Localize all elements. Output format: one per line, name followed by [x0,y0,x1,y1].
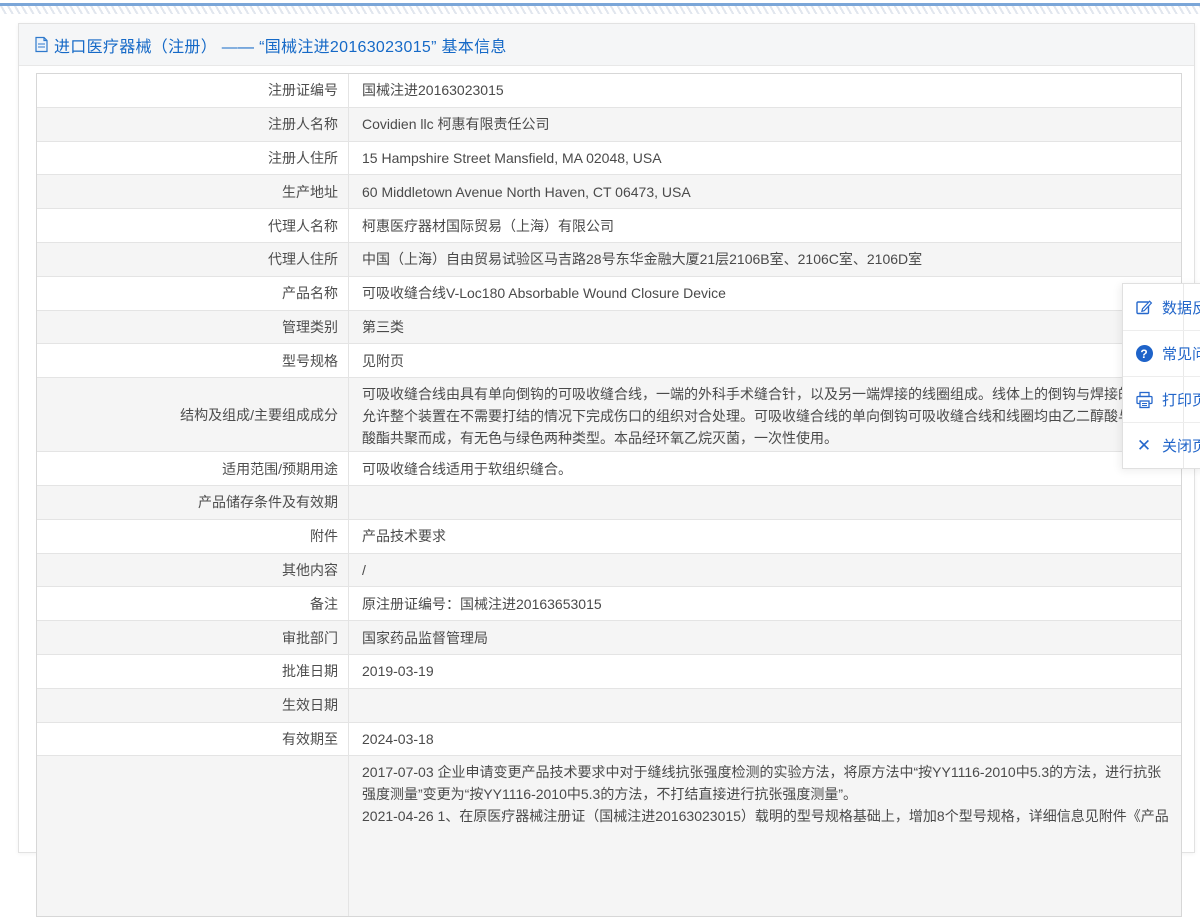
row-value: 60 Middletown Avenue North Haven, CT 064… [349,175,1181,208]
row-label: 代理人住所 [37,243,349,276]
registration-info-table: 注册证编号国械注进20163023015注册人名称Covidien llc 柯惠… [36,73,1182,917]
row-value: 2024-03-18 [349,723,1181,756]
table-row: 备注原注册证编号：国械注进20163653015 [37,587,1181,621]
table-row: 管理类别第三类 [37,311,1181,345]
question-glyph: ? [1136,345,1153,362]
record-title-bar: 进口医疗器械（注册） —— “国械注进20163023015” 基本信息 [19,24,1194,66]
row-label: 生产地址 [37,175,349,208]
row-value-line: 2021-04-26 1、在原医疗器械注册证（国械注进20163023015）载… [362,805,1175,827]
table-row: 2017-07-03 企业申请变更产品技术要求中对于缝线抗张强度检测的实验方法，… [37,756,1181,916]
table-row: 附件产品技术要求 [37,520,1181,554]
row-label: 备注 [37,587,349,620]
row-label: 管理类别 [37,311,349,344]
row-value-line: 酸酯共聚而成，有无色与绿色两种类型。本品经环氧乙烷灭菌，一次性使用。 [362,427,1175,449]
decorative-top-band [0,0,1200,14]
table-row: 生产地址60 Middletown Avenue North Haven, CT… [37,175,1181,209]
table-row: 代理人住所中国（上海）自由贸易试验区马吉路28号东华金融大厦21层2106B室、… [37,243,1181,277]
row-value: 2017-07-03 企业申请变更产品技术要求中对于缝线抗张强度检测的实验方法，… [349,756,1181,916]
table-row: 适用范围/预期用途可吸收缝合线适用于软组织缝合。 [37,452,1181,486]
tool-item-label: 常见问题 [1162,343,1200,364]
table-row: 产品储存条件及有效期 [37,486,1181,520]
table-row: 产品名称可吸收缝合线V-Loc180 Absorbable Wound Clos… [37,277,1181,311]
row-label: 生效日期 [37,689,349,722]
row-label: 注册人住所 [37,142,349,175]
row-value: 2019-03-19 [349,655,1181,688]
row-value: 柯惠医疗器材国际贸易（上海）有限公司 [349,209,1181,242]
table-row: 批准日期2019-03-19 [37,655,1181,689]
table-row: 审批部门国家药品监督管理局 [37,621,1181,655]
row-value: 原注册证编号：国械注进20163653015 [349,587,1181,620]
record-panel: 进口医疗器械（注册） —— “国械注进20163023015” 基本信息 注册证… [18,23,1195,853]
table-row: 结构及组成/主要组成成分可吸收缝合线由具有单向倒钩的可吸收缝合线，一端的外科手术… [37,378,1181,452]
row-value [349,486,1181,519]
table-row: 注册人名称Covidien llc 柯惠有限责任公司 [37,108,1181,142]
row-label: 审批部门 [37,621,349,654]
row-value: 国家药品监督管理局 [349,621,1181,654]
row-value: 15 Hampshire Street Mansfield, MA 02048,… [349,142,1181,175]
row-label: 注册人名称 [37,108,349,141]
table-row: 有效期至2024-03-18 [37,723,1181,757]
row-value-line: 允许整个装置在不需要打结的情况下完成伤口的组织对合处理。可吸收缝合线的单向倒钩可… [362,405,1175,427]
row-label: 型号规格 [37,344,349,377]
tool-item-close[interactable]: ✕ 关闭页面 [1123,422,1200,468]
table-row: 生效日期 [37,689,1181,723]
tool-item-label: 关闭页面 [1162,435,1200,456]
row-label: 附件 [37,520,349,553]
table-row: 代理人名称柯惠医疗器材国际贸易（上海）有限公司 [37,209,1181,243]
row-label: 代理人名称 [37,209,349,242]
document-icon [34,36,49,53]
tool-item-edit[interactable]: 数据反馈 [1123,284,1200,330]
page-title: 进口医疗器械（注册） —— “国械注进20163023015” 基本信息 [54,33,507,57]
row-label: 其他内容 [37,554,349,587]
row-value: 可吸收缝合线由具有单向倒钩的可吸收缝合线，一端的外科手术缝合针，以及另一端焊接的… [349,378,1181,451]
row-value: 可吸收缝合线V-Loc180 Absorbable Wound Closure … [349,277,1181,310]
row-value: 产品技术要求 [349,520,1181,553]
row-label: 产品储存条件及有效期 [37,486,349,519]
edit-icon [1134,297,1154,317]
question-icon: ? [1134,344,1154,364]
row-label: 批准日期 [37,655,349,688]
tool-item-label: 打印页面 [1162,389,1200,410]
row-value: 见附页 [349,344,1181,377]
row-label [37,756,349,916]
tool-item-label: 数据反馈 [1162,297,1200,318]
row-value: 可吸收缝合线适用于软组织缝合。 [349,452,1181,485]
row-value: 国械注进20163023015 [349,74,1181,107]
table-row: 型号规格见附页 [37,344,1181,378]
row-value-line: 可吸收缝合线由具有单向倒钩的可吸收缝合线，一端的外科手术缝合针，以及另一端焊接的… [362,383,1175,405]
printer-icon [1134,390,1154,410]
row-label: 有效期至 [37,723,349,756]
row-value: Covidien llc 柯惠有限责任公司 [349,108,1181,141]
row-value: / [349,554,1181,587]
row-value: 第三类 [349,311,1181,344]
table-row: 其他内容/ [37,554,1181,588]
tool-item-question[interactable]: ? 常见问题 [1123,330,1200,376]
row-value: 中国（上海）自由贸易试验区马吉路28号东华金融大厦21层2106B室、2106C… [349,243,1181,276]
close-icon: ✕ [1134,436,1154,456]
table-row: 注册人住所15 Hampshire Street Mansfield, MA 0… [37,142,1181,176]
floating-tool-panel: 数据反馈? 常见问题打印页面 ✕ 关闭页面 [1122,283,1200,469]
tool-item-printer[interactable]: 打印页面 [1123,376,1200,422]
row-label: 产品名称 [37,277,349,310]
row-label: 适用范围/预期用途 [37,452,349,485]
row-value [349,689,1181,722]
row-value-line: 强度测量”变更为“按YY1116-2010中5.3的方法，不打结直接进行抗张强度… [362,783,1175,805]
close-glyph: ✕ [1137,437,1151,454]
table-row: 注册证编号国械注进20163023015 [37,74,1181,108]
row-label: 注册证编号 [37,74,349,107]
row-value-line: 2017-07-03 企业申请变更产品技术要求中对于缝线抗张强度检测的实验方法，… [362,761,1175,783]
top-hatch-pattern [0,6,1200,14]
row-label: 结构及组成/主要组成成分 [37,378,349,451]
